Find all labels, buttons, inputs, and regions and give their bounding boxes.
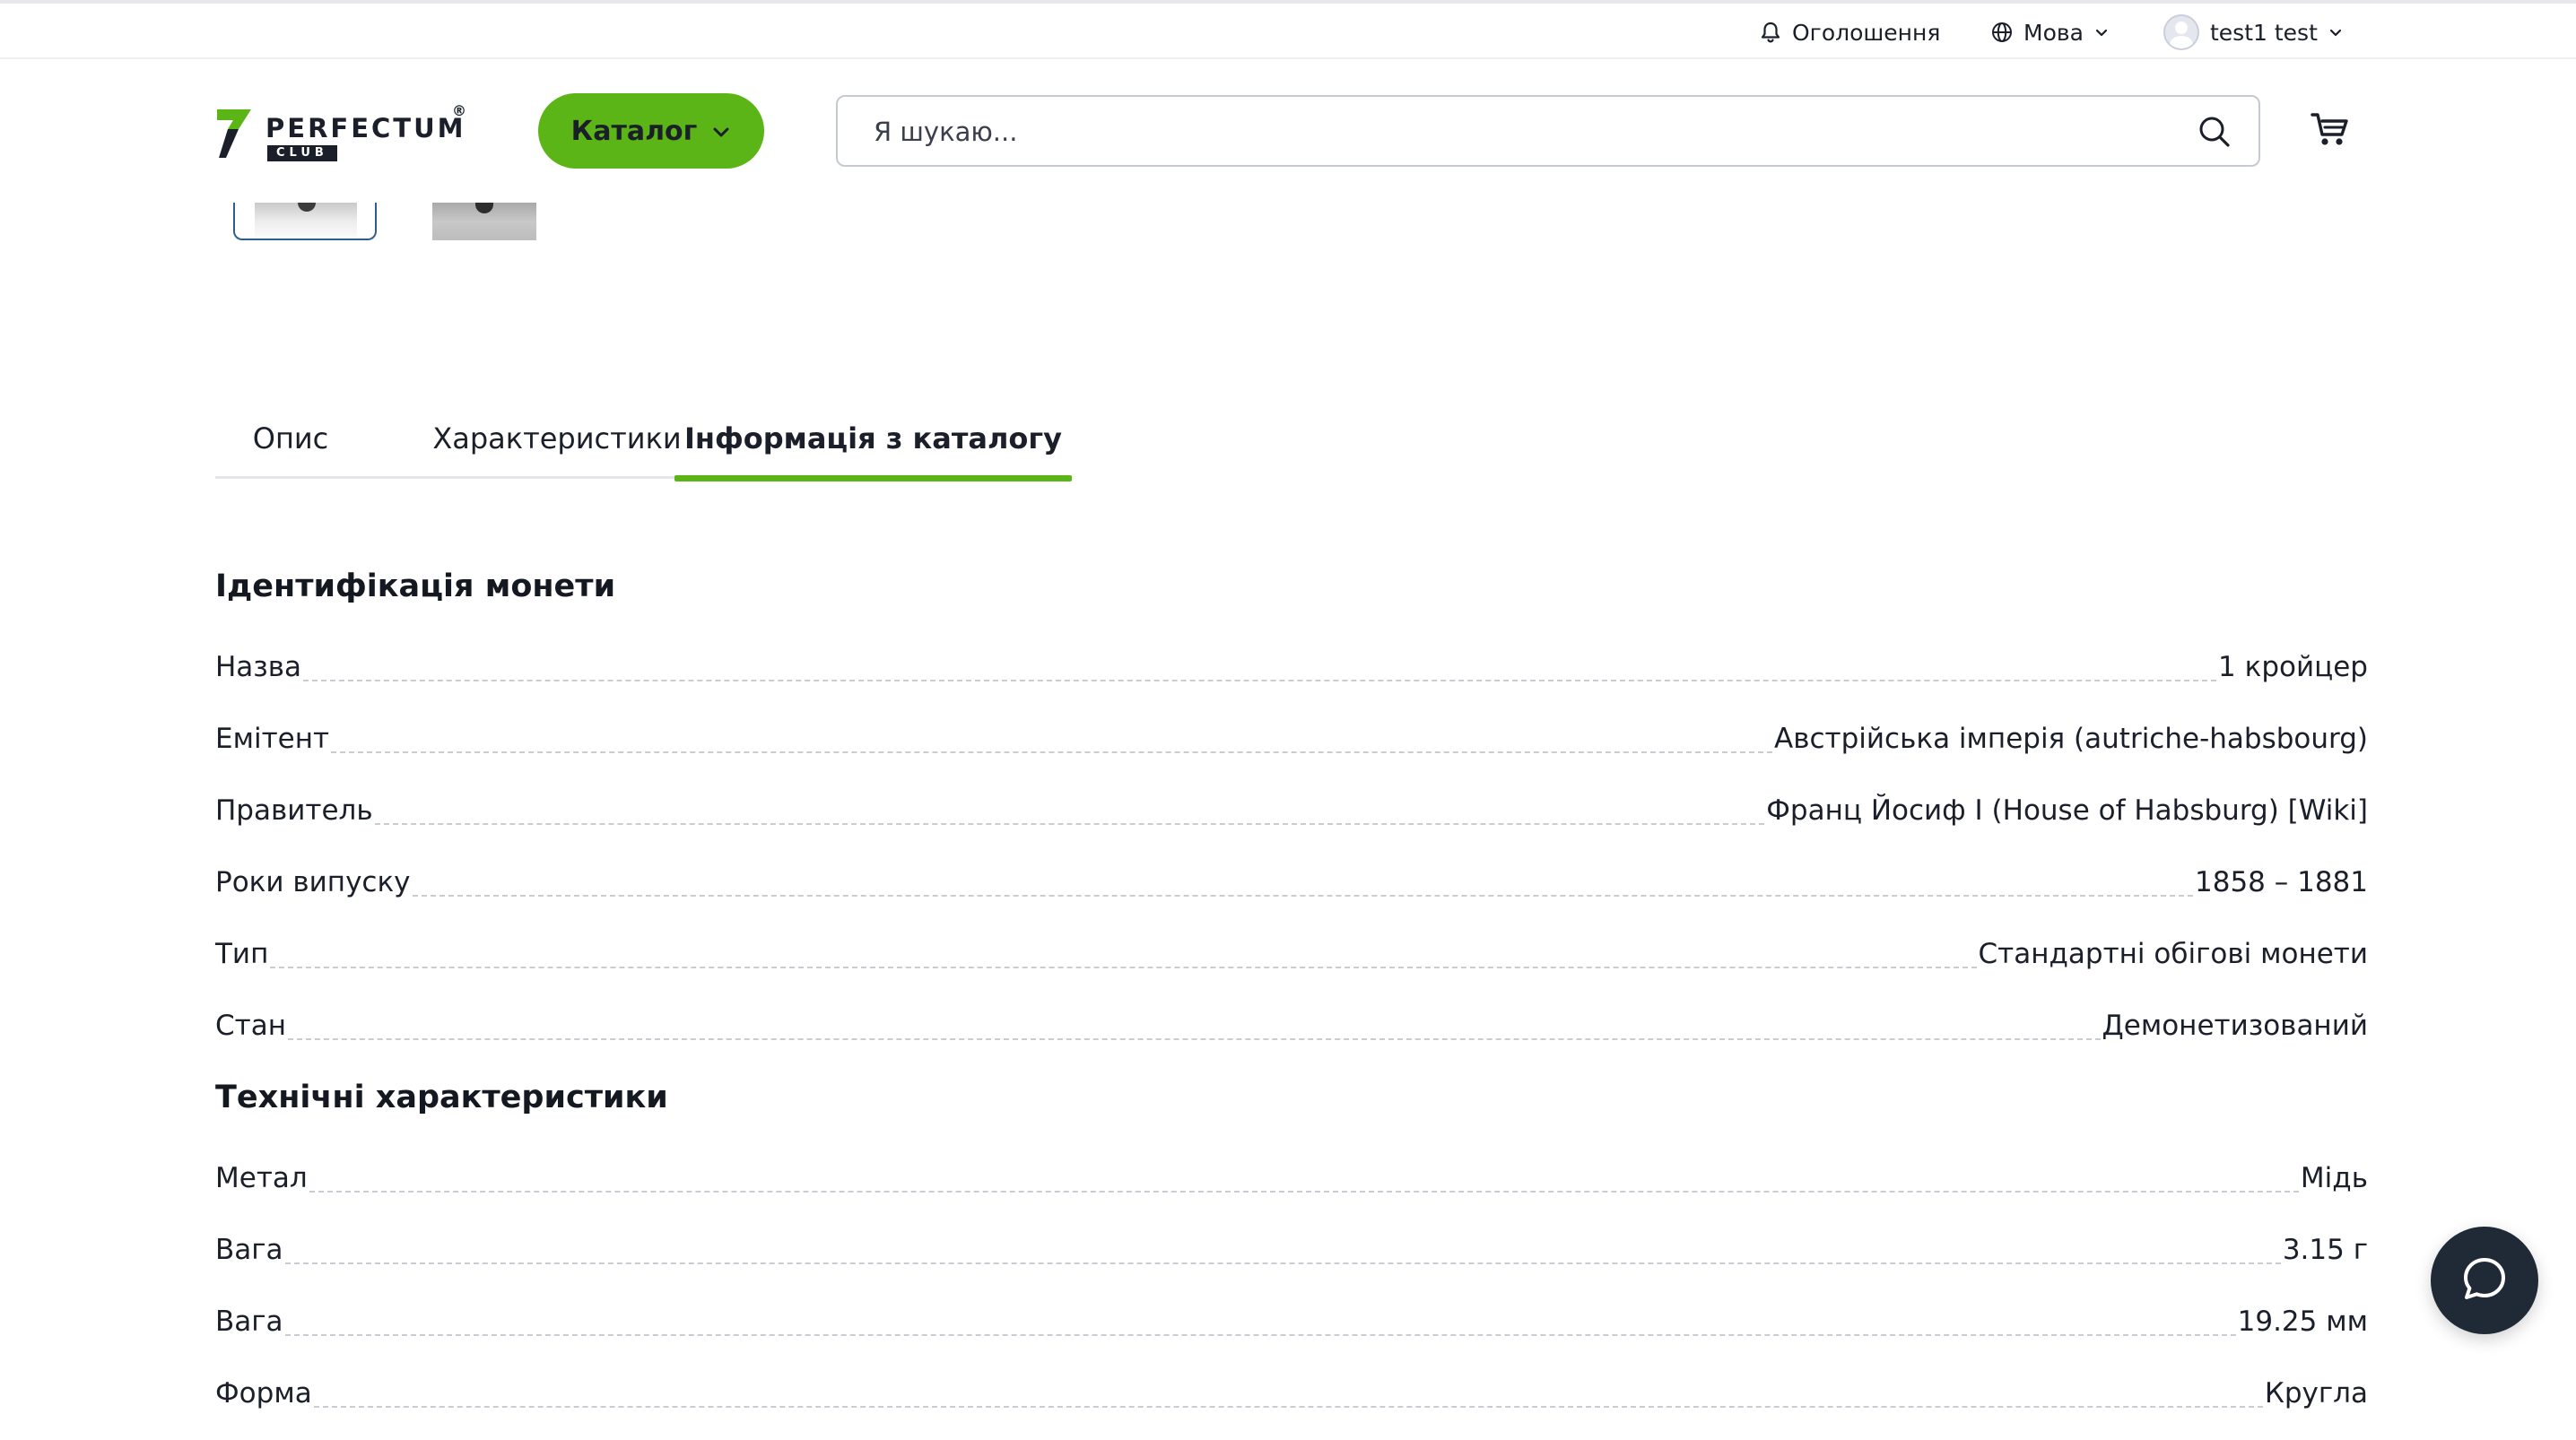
info-value: 1858 – 1881: [2195, 864, 2368, 900]
info-value: 1 кройцер: [2218, 649, 2368, 685]
info-value: Мідь: [2300, 1160, 2368, 1196]
info-row: Роки випуску 1858 – 1881: [215, 861, 2368, 900]
info-row: Вага 19.25 мм: [215, 1300, 2368, 1340]
info-row: Правитель Франц Йосиф I (House of Habsbu…: [215, 789, 2368, 828]
chat-button[interactable]: [2431, 1227, 2538, 1334]
catalog-label: Каталог: [570, 115, 698, 147]
info-value: 3.15 г: [2282, 1232, 2368, 1268]
chat-bubble-icon: [2459, 1254, 2510, 1307]
dotted-leader: [412, 895, 2193, 897]
product-thumbnail-1[interactable]: [233, 203, 377, 240]
dotted-leader: [313, 1406, 2263, 1408]
search-input[interactable]: [874, 111, 2165, 152]
announcements-label: Оголошення: [1792, 19, 1941, 46]
thumbnail-image: [255, 203, 357, 237]
info-value: Австрійська імперія (autriche-habsbourg): [1774, 721, 2368, 757]
language-label: Мова: [2023, 19, 2084, 46]
dotted-leader: [270, 967, 1977, 968]
utility-bar: Оголошення Мова test1 test: [0, 4, 2576, 59]
info-key: Метал: [215, 1160, 308, 1196]
dotted-leader: [303, 680, 2217, 681]
info-row: Назва 1 кройцер: [215, 646, 2368, 685]
info-row: Форма Кругла: [215, 1372, 2368, 1411]
user-menu[interactable]: test1 test: [2163, 14, 2343, 50]
dotted-leader: [284, 1262, 2281, 1264]
chevron-down-icon: [2094, 27, 2109, 38]
thumbnail-image: [432, 203, 536, 240]
info-key: Правитель: [215, 793, 373, 828]
chevron-down-icon: [2328, 27, 2343, 38]
dotted-leader: [287, 1038, 2101, 1040]
section-title-identification: Ідентифікація монети: [215, 568, 616, 604]
bell-icon: [1760, 21, 1781, 44]
logo-registered: ®: [452, 102, 466, 119]
dotted-leader: [284, 1334, 2236, 1336]
site-logo[interactable]: PERFECTUM ® CLUB: [215, 102, 475, 163]
dotted-leader: [374, 823, 1765, 825]
info-row: Вага 3.15 г: [215, 1228, 2368, 1268]
cart-button[interactable]: [2311, 111, 2350, 151]
search-icon[interactable]: [2197, 115, 2232, 152]
language-selector[interactable]: Мова: [1991, 16, 2109, 48]
avatar: [2163, 14, 2199, 50]
logo-text: PERFECTUM: [265, 113, 466, 143]
info-key: Тип: [215, 936, 269, 972]
info-row: Тип Стандартні обігові монети: [215, 933, 2368, 972]
tab-catalog-info[interactable]: Інформація з каталогу: [674, 409, 1072, 481]
dotted-leader: [309, 1191, 2299, 1193]
chevron-down-icon: [711, 116, 731, 147]
info-value: Демонетизований: [2102, 1008, 2368, 1044]
info-key: Вага: [215, 1232, 283, 1268]
cart-icon: [2311, 113, 2350, 151]
announcements-link[interactable]: Оголошення: [1760, 16, 1940, 48]
info-key: Форма: [215, 1375, 312, 1411]
globe-icon: [1991, 22, 2013, 43]
info-value: Стандартні обігові монети: [1978, 936, 2368, 972]
section-title-technical: Технічні характеристики: [215, 1080, 668, 1115]
info-key: Роки випуску: [215, 864, 411, 900]
logo-mark-icon: [215, 108, 255, 163]
info-row: Метал Мідь: [215, 1157, 2368, 1196]
info-value: Кругла: [2264, 1375, 2368, 1411]
user-name: test1 test: [2210, 19, 2318, 46]
catalog-button[interactable]: Каталог: [538, 93, 764, 169]
product-tabs: Опис Характеристики Інформація з каталог…: [215, 409, 1072, 481]
product-thumbnail-2[interactable]: [432, 203, 536, 240]
info-value: 19.25 мм: [2237, 1304, 2368, 1340]
info-value[interactable]: Франц Йосиф I (House of Habsburg) [Wiki]: [1766, 793, 2368, 828]
search-box: [836, 95, 2260, 167]
tab-description[interactable]: Опис: [215, 409, 366, 479]
info-key: Вага: [215, 1304, 283, 1340]
info-key: Емітент: [215, 721, 330, 757]
logo-subtitle: CLUB: [267, 145, 337, 161]
info-row: Стан Демонетизований: [215, 1004, 2368, 1044]
info-key: Назва: [215, 649, 302, 685]
dotted-leader: [331, 751, 1773, 753]
info-key: Стан: [215, 1008, 286, 1044]
info-row: Емітент Австрійська імперія (autriche-ha…: [215, 717, 2368, 757]
